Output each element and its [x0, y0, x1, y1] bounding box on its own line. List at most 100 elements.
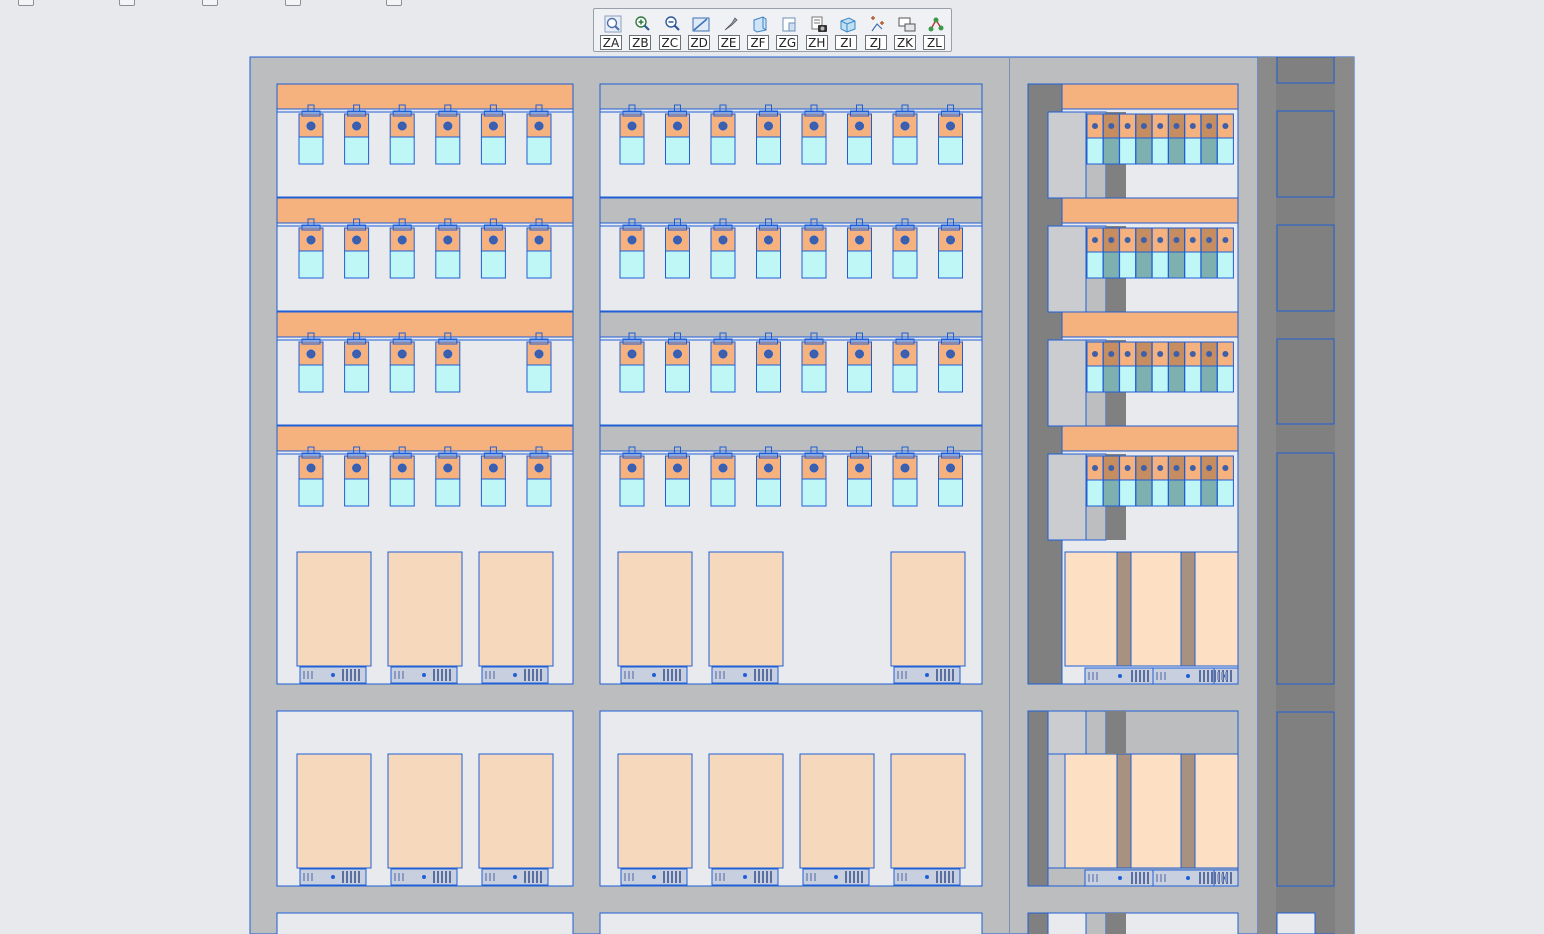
base-fin [663, 871, 665, 883]
base-bolt [743, 673, 747, 677]
breaker-knob [1189, 123, 1196, 129]
module-side [1194, 551, 1239, 667]
breaker-knob [673, 463, 682, 473]
side-plate [1047, 225, 1087, 313]
base-fin [675, 871, 677, 883]
base-fin [1203, 872, 1205, 884]
power-module [478, 753, 554, 869]
toolbar-button-zb[interactable]: ZB [627, 11, 655, 51]
toolbar-button-zl[interactable]: ZL [921, 11, 949, 51]
breaker-body [710, 478, 736, 507]
shortcut-key-label: ZE [717, 35, 740, 50]
breaker-knob [718, 463, 728, 473]
toolbar-button-zg[interactable]: ZG [774, 11, 802, 51]
shortcut-key-label: ZB [629, 35, 652, 50]
side-rail [1027, 912, 1049, 934]
base-fin [628, 873, 630, 881]
breaker-knob [1206, 237, 1213, 243]
base-fin [905, 873, 907, 881]
base-fin [810, 873, 812, 881]
breaker-body [847, 250, 872, 279]
base-bolt [652, 875, 656, 879]
side-bar-dark [1106, 913, 1126, 934]
side-column-cell [1276, 110, 1335, 198]
breaker-knob [855, 349, 864, 359]
breaker-body [1216, 365, 1234, 393]
toolbar-button-zh[interactable]: ZH [804, 11, 832, 51]
breaker-knob [534, 463, 544, 473]
switchboard-drawing[interactable] [0, 0, 1544, 934]
breaker-knob [718, 121, 728, 131]
toolbar-button-za[interactable]: ZA [598, 11, 626, 51]
toolbar-button-zj[interactable]: ZJ [863, 11, 891, 51]
shortcut-key-label: ZH [805, 35, 828, 50]
breaker-body [892, 250, 918, 279]
base-fin [948, 871, 950, 883]
breaker-knob [443, 463, 453, 473]
side-column-cell [1276, 224, 1335, 312]
base-fin [402, 873, 404, 881]
toolbar-button-zi[interactable]: ZI [833, 11, 861, 51]
breaker-body [938, 478, 963, 507]
snapshot-icon [810, 15, 828, 33]
base-fin [814, 873, 816, 881]
base-fin [433, 871, 435, 883]
breaker-body [847, 364, 872, 393]
toolbar-button-zd[interactable]: ZD [686, 11, 714, 51]
toolbar-button-zf[interactable]: ZF [745, 11, 773, 51]
connect-icon [927, 15, 945, 33]
breaker-knob [1189, 237, 1196, 243]
base-fin [1160, 672, 1162, 680]
toolbar-button-ze[interactable]: ZE [716, 11, 744, 51]
base-bolt [331, 673, 335, 677]
power-module [478, 551, 554, 667]
breaker-knob [1157, 237, 1164, 243]
breaker-knob [1108, 465, 1115, 471]
cubicle-bottom [1027, 912, 1239, 934]
breaker-knob [306, 349, 316, 359]
breaker-body [665, 136, 690, 165]
base-fin [770, 669, 772, 681]
breaker-body [1200, 365, 1218, 393]
breaker-body [801, 364, 827, 393]
base-bolt [925, 673, 929, 677]
breaker-knob [627, 463, 637, 473]
breaker-body [1119, 479, 1137, 507]
breaker-knob [855, 235, 864, 245]
base-fin [632, 671, 634, 679]
breaker-knob [900, 121, 910, 131]
power-module [708, 551, 784, 667]
breaker-body [480, 250, 506, 279]
base-fin [1160, 874, 1162, 882]
base-fin [897, 873, 899, 881]
power-module [617, 551, 693, 667]
base-fin [758, 669, 760, 681]
toolbar-button-zk[interactable]: ZK [892, 11, 920, 51]
side-plate [1047, 710, 1087, 755]
base-fin [861, 871, 863, 883]
base-fin [1230, 670, 1232, 682]
toolbar-button-zc[interactable]: ZC [657, 11, 685, 51]
busbar-strip [1061, 83, 1239, 110]
base-fin [402, 671, 404, 679]
breaker-body [1184, 137, 1202, 165]
breaker-knob [1157, 465, 1164, 471]
breaker-knob [1189, 465, 1196, 471]
busbar-strip [599, 83, 983, 110]
breaker-knob [1206, 351, 1213, 357]
breaker-body [801, 478, 827, 507]
shortcut-key-label: ZD [688, 35, 711, 50]
shortcut-key-label: ZI [835, 35, 858, 50]
breaker-body [801, 250, 827, 279]
shortcut-key-label: ZA [600, 35, 622, 50]
base-fin [1217, 672, 1219, 680]
base-fin [540, 871, 542, 883]
cubicle-bottom [276, 912, 574, 934]
breaker-knob [534, 349, 544, 359]
base-fin [719, 671, 721, 679]
base-fin [307, 873, 309, 881]
base-bolt [422, 673, 426, 677]
base-fin [679, 871, 681, 883]
base-fin [1135, 872, 1137, 884]
base-fin [1156, 874, 1158, 882]
